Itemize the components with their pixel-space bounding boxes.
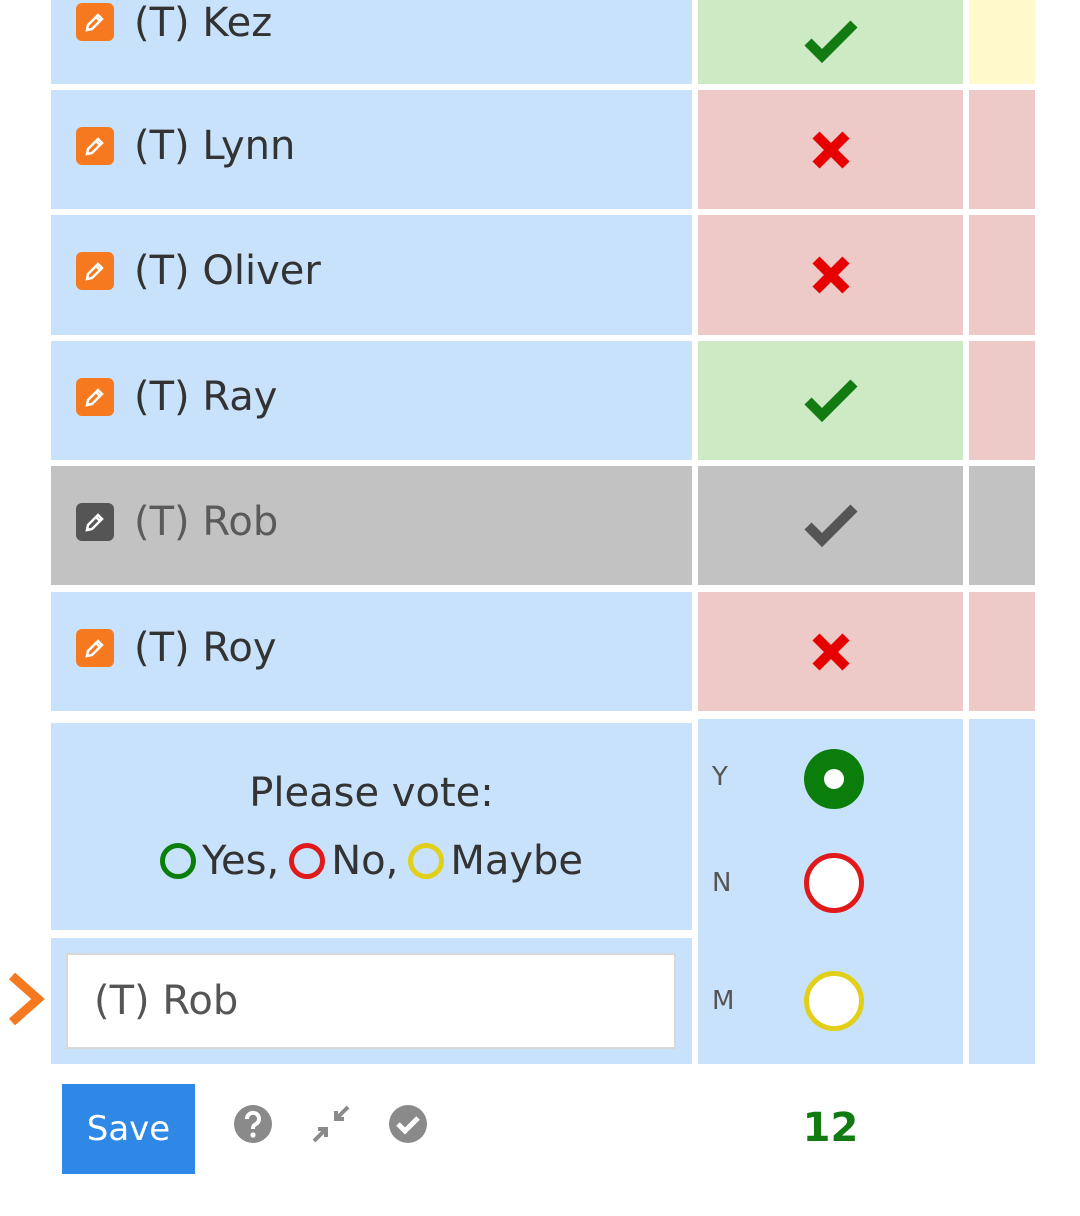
edit-pencil-icon[interactable] (76, 3, 114, 41)
option-label-yes: Y (712, 762, 728, 792)
no-ring-icon (289, 843, 326, 879)
edit-pencil-icon[interactable] (76, 127, 114, 165)
maybe-ring-icon (408, 843, 445, 879)
vote-radio-maybe[interactable] (804, 971, 864, 1031)
save-button[interactable]: Save (62, 1084, 195, 1174)
legend-maybe-label: Maybe (450, 838, 584, 884)
vote-instructions-panel (51, 723, 692, 930)
vote-status-cell (698, 0, 963, 84)
option-label-no: N (712, 868, 732, 898)
participant-name: (T) Rob (134, 499, 279, 545)
participant-name-input[interactable] (66, 953, 676, 1049)
extra-status-cell (969, 341, 1035, 460)
participant-name-cell: (T) Lynn (51, 90, 692, 209)
vote-options-extra-column (969, 719, 1035, 1064)
cross-icon (811, 130, 850, 169)
vote-radio-yes[interactable] (804, 749, 864, 809)
yes-vote-count: 12 (802, 1105, 859, 1151)
participant-name-cell: (T) Oliver (51, 215, 692, 335)
participant-name: (T) Lynn (134, 123, 296, 169)
participant-name: (T) Kez (134, 0, 273, 46)
legend-no-label: No, (331, 838, 399, 884)
check-icon (803, 378, 858, 422)
cross-icon (811, 632, 850, 671)
current-row-chevron-icon (9, 972, 45, 1026)
yes-ring-icon (159, 843, 196, 879)
vote-status-cell (698, 90, 963, 209)
vote-status-cell (698, 466, 963, 585)
participant-name-cell: (T) Roy (51, 592, 692, 711)
help-icon[interactable] (233, 1104, 273, 1144)
edit-pencil-icon[interactable] (76, 252, 114, 290)
check-circle-icon[interactable] (388, 1104, 428, 1144)
cross-icon (811, 256, 850, 294)
extra-status-cell (969, 0, 1035, 84)
collapse-icon[interactable] (311, 1104, 351, 1144)
edit-pencil-icon[interactable] (76, 378, 114, 416)
legend-yes-label: Yes, (201, 838, 280, 884)
vote-instructions-title: Please vote: (249, 770, 494, 816)
participant-name: (T) Roy (134, 625, 277, 671)
edit-pencil-icon[interactable] (76, 629, 114, 667)
vote-status-cell (698, 592, 963, 711)
vote-radio-no[interactable] (804, 853, 864, 913)
edit-pencil-icon[interactable] (76, 503, 114, 541)
check-icon (803, 20, 858, 64)
vote-legend: Yes, No, Maybe (51, 838, 692, 884)
participant-name-cell: (T) Ray (51, 341, 692, 460)
extra-status-cell (969, 466, 1035, 585)
extra-status-cell (969, 215, 1035, 335)
participant-name: (T) Ray (134, 374, 278, 420)
participant-name-cell: (T) Rob (51, 466, 692, 585)
radio-dot (824, 769, 844, 789)
vote-status-cell (698, 215, 963, 335)
participant-name: (T) Oliver (134, 248, 321, 294)
extra-status-cell (969, 90, 1035, 209)
check-icon (803, 503, 858, 547)
extra-status-cell (969, 592, 1035, 711)
option-label-maybe: M (712, 986, 735, 1016)
vote-status-cell (698, 341, 963, 460)
participant-name-cell: (T) Kez (51, 0, 692, 84)
